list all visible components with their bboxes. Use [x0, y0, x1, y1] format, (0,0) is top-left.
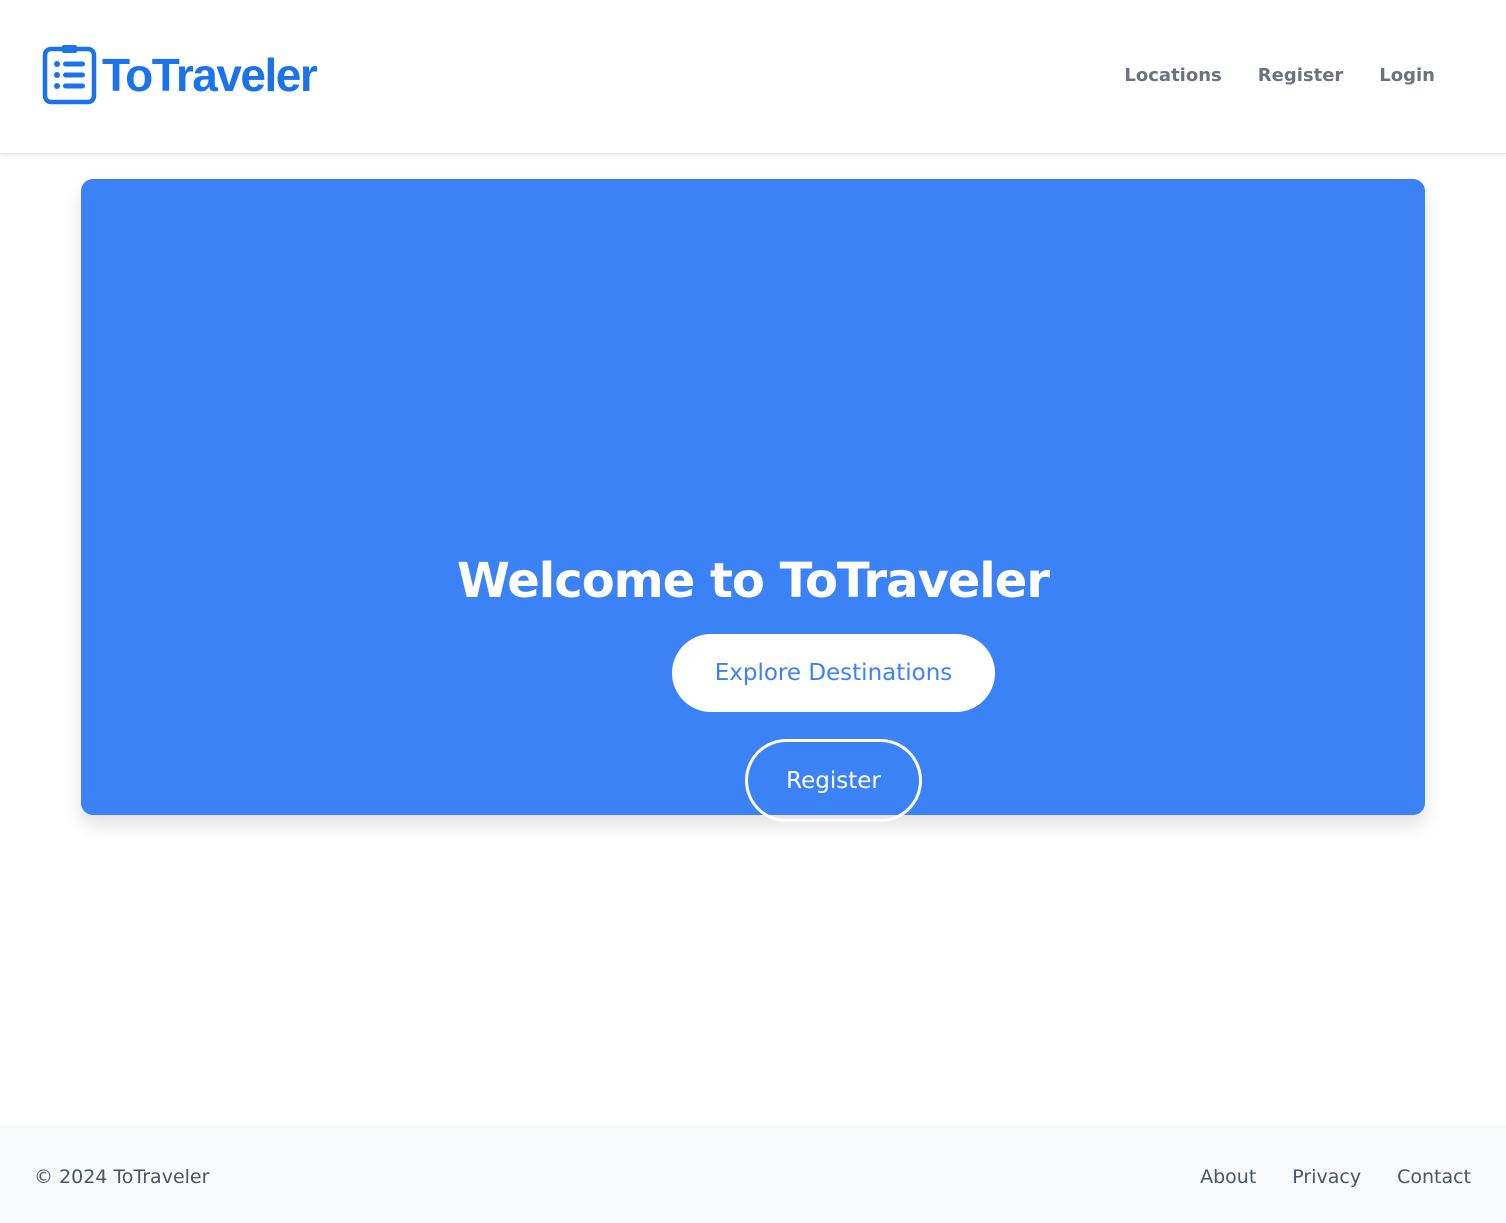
footer: © 2024 ToTraveler About Privacy Contact — [0, 1125, 1506, 1223]
hero-title: Welcome to ToTraveler — [457, 553, 1050, 609]
register-button[interactable]: Register — [745, 739, 922, 822]
footer-link-about[interactable]: About — [1200, 1165, 1256, 1189]
clipboard-list-icon — [42, 45, 97, 105]
brand-logo-link[interactable]: ToTraveler — [42, 44, 318, 106]
nav-link-login[interactable]: Login — [1379, 63, 1435, 89]
nav-link-register[interactable]: Register — [1258, 63, 1344, 89]
footer-link-privacy[interactable]: Privacy — [1292, 1165, 1361, 1189]
hero-banner: Welcome to ToTraveler Explore Destinatio… — [81, 179, 1425, 822]
brand-name: ToTraveler — [102, 49, 318, 101]
footer-copyright: © 2024 ToTraveler — [34, 1166, 210, 1188]
nav-link-locations[interactable]: Locations — [1124, 63, 1221, 89]
navbar: ToTraveler Locations Register Login — [0, 0, 1506, 154]
footer-link-contact[interactable]: Contact — [1397, 1165, 1471, 1189]
explore-destinations-button[interactable]: Explore Destinations — [672, 634, 995, 712]
main-nav: Locations Register Login — [1124, 63, 1435, 89]
footer-nav: About Privacy Contact — [1200, 1165, 1471, 1189]
